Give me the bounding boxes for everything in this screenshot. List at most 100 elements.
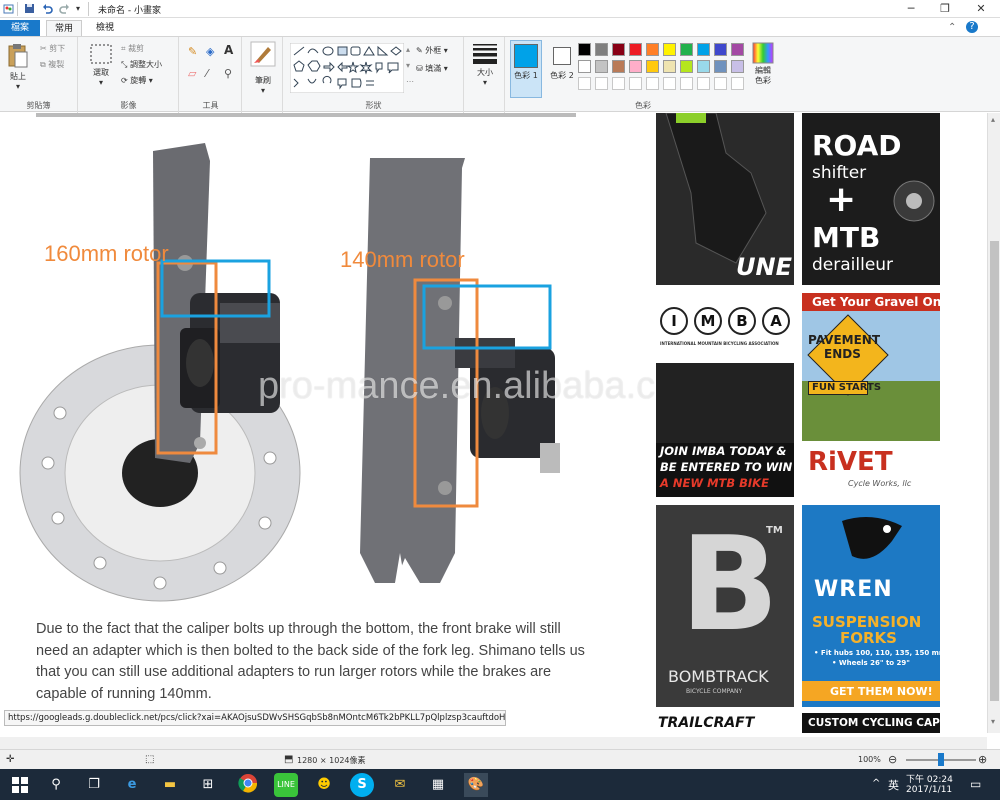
paint-taskbar-icon[interactable]: 🎨 <box>464 773 488 797</box>
vertical-scrollbar[interactable]: ▴ ▾ <box>987 113 1000 733</box>
tray-caret[interactable]: ^ <box>872 778 880 789</box>
text-tool-icon[interactable]: A <box>224 43 233 57</box>
minimize-ribbon-icon[interactable]: ⌃ <box>948 22 956 33</box>
store-icon[interactable]: ⊞ <box>196 773 220 797</box>
select-button[interactable]: 選取 ▾ <box>87 43 115 87</box>
help-icon[interactable]: ? <box>966 21 978 33</box>
minimize-button[interactable]: ─ <box>894 0 928 18</box>
paint-canvas[interactable]: 160mm rotor 140mm rotor pro-mance.en.ali… <box>0 113 987 733</box>
palette-color-swatch[interactable] <box>629 43 642 56</box>
fill-bucket-icon[interactable]: ◈ <box>206 45 214 58</box>
search-icon[interactable]: ⚲ <box>44 773 68 797</box>
edge-browser-icon[interactable]: e <box>120 773 144 797</box>
ad-wren[interactable]: WREN SUSPENSION FORKS • Fit hubs 100, 11… <box>802 505 940 707</box>
palette-color-swatch[interactable] <box>578 43 591 56</box>
shapes-scroll-down-icon[interactable]: ▾ <box>406 61 410 70</box>
customize-quick-access-icon[interactable]: ▾ <box>76 4 80 13</box>
custom-color-slot[interactable] <box>612 77 625 90</box>
shapes-more-icon[interactable]: ⋯ <box>406 77 414 86</box>
chrome-icon[interactable] <box>236 773 260 797</box>
calculator-icon[interactable]: ▦ <box>426 773 450 797</box>
size-button[interactable]: 大小 ▾ <box>471 43 499 87</box>
eraser-icon[interactable]: ▱ <box>188 67 196 80</box>
palette-color-swatch[interactable] <box>595 43 608 56</box>
palette-color-swatch[interactable] <box>697 60 710 73</box>
maximize-button[interactable]: ❐ <box>928 0 962 18</box>
custom-color-slot[interactable] <box>731 77 744 90</box>
tab-file[interactable]: 檔案 <box>0 20 40 36</box>
shapes-scroll-up-icon[interactable]: ▴ <box>406 45 410 54</box>
zoom-out-button[interactable]: ⊖ <box>888 753 897 766</box>
ad-bombtrack[interactable]: B TM BOMBTRACK BICYCLE COMPANY <box>656 505 794 707</box>
qq-icon[interactable]: ☻ <box>312 773 336 797</box>
palette-color-swatch[interactable] <box>578 60 591 73</box>
zoom-in-button[interactable]: ⊕ <box>978 753 987 766</box>
custom-color-slot[interactable] <box>578 77 591 90</box>
rotate-button[interactable]: ⟳ 旋轉 ▾ <box>121 75 153 86</box>
ad-cycling-caps[interactable]: CUSTOM CYCLING CAPS <box>802 713 940 733</box>
tab-view[interactable]: 檢視 <box>88 20 122 36</box>
palette-color-swatch[interactable] <box>595 60 608 73</box>
color-picker-icon[interactable]: ⁄ <box>206 67 208 80</box>
palette-color-swatch[interactable] <box>680 60 693 73</box>
tab-home[interactable]: 常用 <box>46 20 83 36</box>
palette-color-swatch[interactable] <box>612 60 625 73</box>
palette-color-swatch[interactable] <box>629 60 642 73</box>
pencil-icon[interactable]: ✎ <box>188 45 197 58</box>
custom-color-slot[interactable] <box>646 77 659 90</box>
ad-road-shifter[interactable]: ROAD shifter + MTB derailleur <box>802 113 940 285</box>
notification-icon[interactable]: ▭ <box>970 777 981 791</box>
cut-button[interactable]: ✂ 剪下 <box>40 43 65 54</box>
undo-icon[interactable] <box>42 3 53 14</box>
clock-date[interactable]: 2017/1/11 <box>906 785 952 795</box>
crop-button[interactable]: ⌗ 裁剪 <box>121 43 144 54</box>
palette-color-swatch[interactable] <box>714 60 727 73</box>
fill-button[interactable]: ⛁ 填滿 ▾ <box>416 63 448 74</box>
edit-colors-button[interactable]: 編輯色彩 <box>750 42 776 86</box>
palette-color-swatch[interactable] <box>714 43 727 56</box>
vertical-scroll-thumb[interactable] <box>990 241 999 701</box>
custom-color-slot[interactable] <box>714 77 727 90</box>
custom-color-slot[interactable] <box>680 77 693 90</box>
palette-color-swatch[interactable] <box>731 43 744 56</box>
horizontal-scrollbar[interactable] <box>0 733 987 749</box>
palette-color-swatch[interactable] <box>612 43 625 56</box>
windows-start-icon[interactable] <box>8 773 32 797</box>
ad-trailcraft[interactable]: TRAILCRAFT <box>656 713 794 733</box>
copy-button[interactable]: ⧉ 複製 <box>40 59 64 70</box>
palette-color-swatch[interactable] <box>663 60 676 73</box>
resize-button[interactable]: ⤡ 調整大小 <box>121 59 162 70</box>
zoom-slider-thumb[interactable] <box>938 753 944 766</box>
paste-button[interactable]: 貼上 ▾ <box>6 43 30 91</box>
palette-color-swatch[interactable] <box>663 43 676 56</box>
notes-icon[interactable]: ✉ <box>388 773 412 797</box>
palette-color-swatch[interactable] <box>646 60 659 73</box>
task-view-icon[interactable]: ❐ <box>82 773 106 797</box>
shapes-gallery[interactable] <box>290 43 404 93</box>
input-language[interactable]: 英 <box>888 777 899 793</box>
ad-rivet[interactable]: RiVET Cycle Works, llc <box>802 441 940 497</box>
brushes-button[interactable]: 筆刷 ▾ <box>249 41 277 95</box>
outline-button[interactable]: ✎ 外框 ▾ <box>416 45 448 56</box>
palette-color-swatch[interactable] <box>697 43 710 56</box>
custom-color-slot[interactable] <box>629 77 642 90</box>
save-icon[interactable] <box>24 3 35 14</box>
color2-button[interactable]: 色彩 2 <box>546 40 578 81</box>
custom-color-slot[interactable] <box>595 77 608 90</box>
ad-one-derailleur[interactable]: UNE <box>656 113 794 285</box>
file-explorer-icon[interactable]: ▬ <box>158 773 182 797</box>
line-app-icon[interactable]: LINE <box>274 773 298 797</box>
paint-app-icon[interactable] <box>3 3 14 14</box>
ad-imba[interactable]: IMBA INTERNATIONAL MOUNTAIN BICYCLING AS… <box>656 293 794 497</box>
skype-icon[interactable]: S <box>350 773 374 797</box>
custom-color-slot[interactable] <box>663 77 676 90</box>
palette-color-swatch[interactable] <box>680 43 693 56</box>
custom-color-slot[interactable] <box>697 77 710 90</box>
scroll-down-icon[interactable]: ▾ <box>991 717 995 726</box>
scroll-up-icon[interactable]: ▴ <box>991 115 995 124</box>
magnifier-icon[interactable]: ⚲ <box>224 67 232 80</box>
clock-time[interactable]: 下午 02:24 <box>906 772 953 785</box>
close-button[interactable]: ✕ <box>964 0 998 18</box>
palette-color-swatch[interactable] <box>646 43 659 56</box>
color1-button[interactable]: 色彩 1 <box>510 40 542 98</box>
